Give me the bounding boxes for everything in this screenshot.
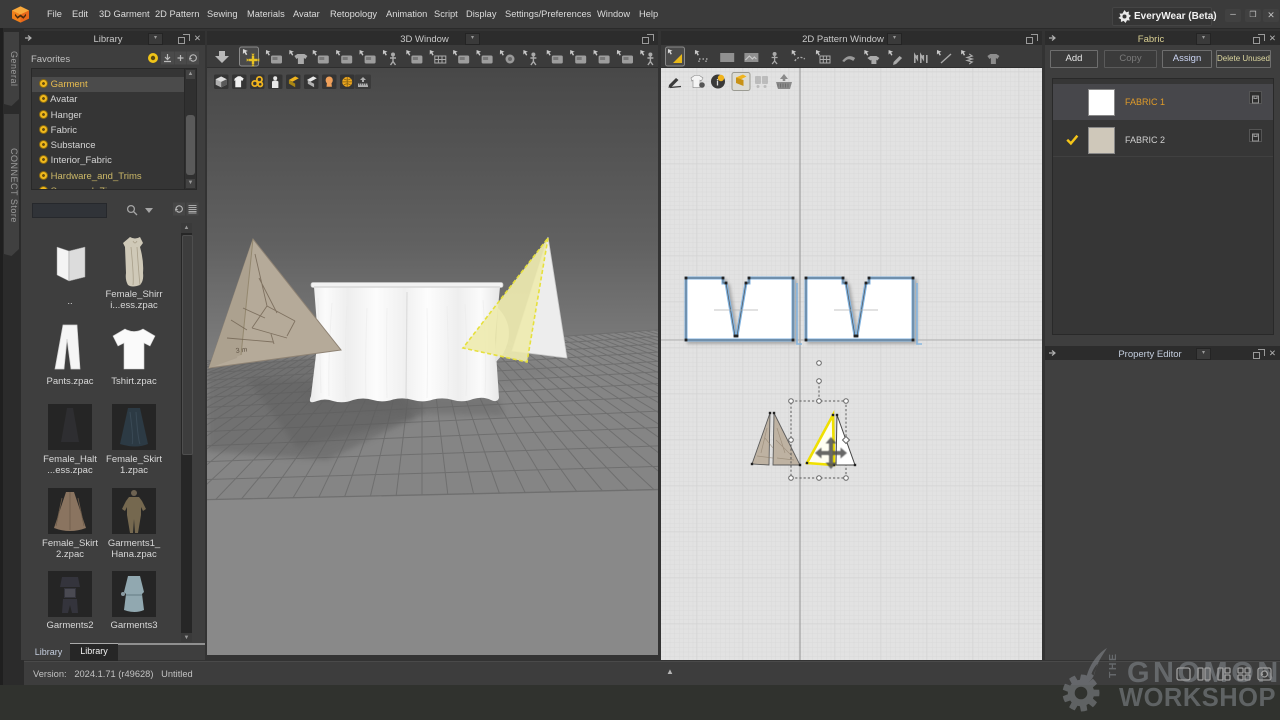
svg-text:THE: THE bbox=[1107, 653, 1119, 679]
svg-text:i: i bbox=[716, 78, 719, 88]
svg-text:WORKSHOP: WORKSHOP bbox=[1119, 684, 1276, 712]
